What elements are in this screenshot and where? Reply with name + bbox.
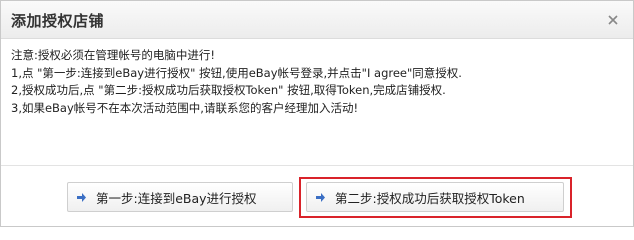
divider <box>1 165 633 166</box>
connect-ebay-button[interactable]: 第一步:连接到eBay进行授权 <box>67 182 293 212</box>
get-token-button-label: 第二步:授权成功后获取授权Token <box>335 190 525 206</box>
instruction-step-1: 1,点 "第一步:连接到eBay进行授权" 按钮,使用eBay帐号登录,并点击"… <box>11 65 462 80</box>
add-authorized-store-dialog: 添加授权店铺 注意:授权必须在管理帐号的电脑中进行! 1,点 "第一步:连接到e… <box>0 0 634 227</box>
instruction-note: 注意:授权必须在管理帐号的电脑中进行! <box>11 48 215 62</box>
instruction-step-2: 2,授权成功后,点 "第二步:授权成功后获取授权Token" 按钮,取得Toke… <box>11 83 446 97</box>
arrow-right-icon <box>316 192 325 202</box>
connect-ebay-button-label: 第一步:连接到eBay进行授权 <box>96 190 257 206</box>
instructions: 注意:授权必须在管理帐号的电脑中进行! 1,点 "第一步:连接到eBay进行授权… <box>11 47 623 117</box>
arrow-right-icon <box>77 192 86 202</box>
close-icon[interactable] <box>605 12 621 28</box>
get-token-button[interactable]: 第二步:授权成功后获取授权Token <box>306 182 564 212</box>
instruction-step-3: 3,如果eBay帐号不在本次活动范围中,请联系您的客户经理加入活动! <box>11 100 359 115</box>
dialog-titlebar: 添加授权店铺 <box>1 1 633 39</box>
dialog-title: 添加授权店铺 <box>11 12 105 30</box>
